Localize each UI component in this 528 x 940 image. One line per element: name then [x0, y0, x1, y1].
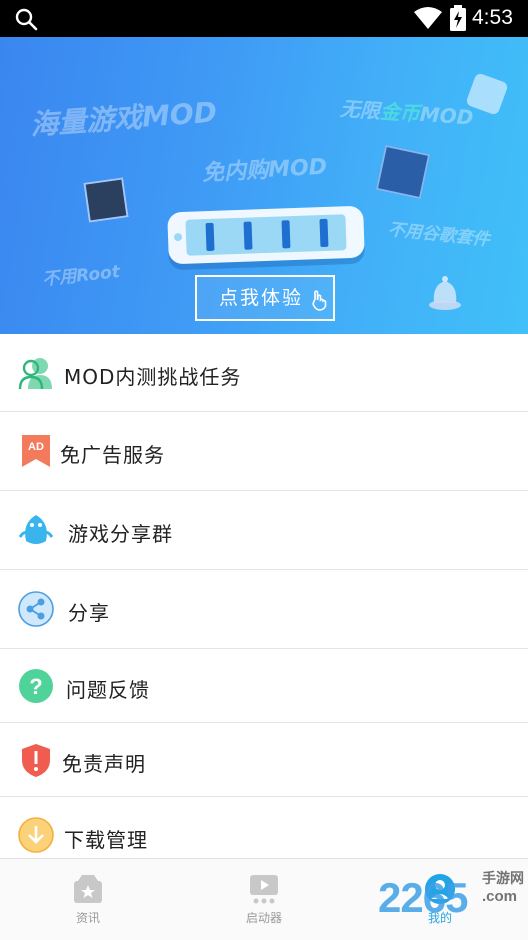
phone-button: [173, 232, 183, 242]
phone-screen-bar: [243, 221, 253, 250]
menu-item-label: 游戏分享群: [68, 522, 173, 546]
try-now-label: 点我体验: [219, 287, 304, 309]
menu-item-label: 免责声明: [62, 752, 146, 776]
share-icon: [18, 591, 54, 627]
banner-text-no-root: 不用Root: [41, 261, 121, 290]
banner-text-no-google: 不用谷歌套件: [386, 219, 491, 251]
banner-text-no-iap: 免内购MOD: [201, 154, 328, 187]
users-icon: [18, 358, 52, 390]
svg-text:AD: AD: [28, 441, 44, 453]
tab-launcher[interactable]: 启动器: [176, 859, 352, 940]
menu-item-feedback[interactable]: ? 问题反馈: [0, 649, 528, 723]
menu-item-label: 问题反馈: [66, 678, 150, 702]
bell-icon: [429, 276, 461, 310]
tab-label: 启动器: [245, 911, 282, 925]
clock: 4:53: [472, 6, 513, 29]
wifi-icon: [414, 7, 442, 29]
menu-item-mod-beta-tasks[interactable]: MOD内测挑战任务: [0, 334, 528, 412]
tab-profile[interactable]: 我的: [352, 859, 528, 940]
phone-illustration: [167, 205, 365, 265]
menu-item-label: 免广告服务: [60, 443, 165, 467]
menu-item-label: MOD内测挑战任务: [64, 365, 242, 389]
bottom-navigation: 资讯 启动器 我的: [0, 858, 528, 940]
tab-news[interactable]: 资讯: [0, 859, 176, 940]
banner-text-mods: 海量游戏MOD: [29, 95, 218, 142]
launcher-icon: [250, 875, 278, 904]
phone-screen-bar: [281, 220, 291, 249]
banner-text-coins-suffix: MOD: [419, 101, 475, 130]
phone-screen-bar: [319, 218, 329, 248]
menu-item-share[interactable]: 分享: [0, 570, 528, 649]
banner-text-coins-highlight: 金币: [379, 99, 421, 126]
game-tile-icon: [375, 144, 431, 200]
menu-item-download-manager[interactable]: 下载管理: [0, 797, 528, 859]
hand-pointer-icon: [312, 290, 327, 311]
shield-alert-icon: [22, 744, 50, 777]
phone-screen: [185, 214, 347, 256]
battery-charging-icon: [450, 5, 466, 31]
banner-text-coins: 无限金币MOD: [339, 92, 474, 130]
penguin-icon: [18, 515, 54, 544]
try-now-button[interactable]: 点我体验: [195, 275, 335, 321]
menu-item-disclaimer[interactable]: 免责声明: [0, 723, 528, 797]
question-icon: ?: [19, 669, 53, 703]
menu-item-game-share-group[interactable]: 游戏分享群: [0, 491, 528, 570]
ad-badge-icon: AD: [22, 435, 50, 467]
search-icon[interactable]: [14, 7, 38, 31]
menu-item-label: 分享: [68, 601, 110, 625]
profile-icon: [425, 874, 455, 904]
svg-text:?: ?: [29, 674, 42, 699]
status-bar: 4:53: [0, 0, 528, 37]
game-character-icon: [83, 177, 129, 223]
promo-banner[interactable]: 海量游戏MOD 无限金币MOD 免内购MOD 不用谷歌套件 不用Root 点我体…: [0, 37, 528, 334]
tab-label: 资讯: [75, 911, 100, 925]
menu-item-ad-free[interactable]: AD 免广告服务: [0, 412, 528, 491]
download-icon: [18, 817, 54, 853]
news-box-icon: [74, 875, 102, 903]
phone-screen-bar: [205, 222, 215, 252]
menu-item-label: 下载管理: [64, 828, 148, 852]
tab-label: 我的: [427, 911, 452, 925]
banner-text-coins-prefix: 无限: [339, 96, 381, 124]
